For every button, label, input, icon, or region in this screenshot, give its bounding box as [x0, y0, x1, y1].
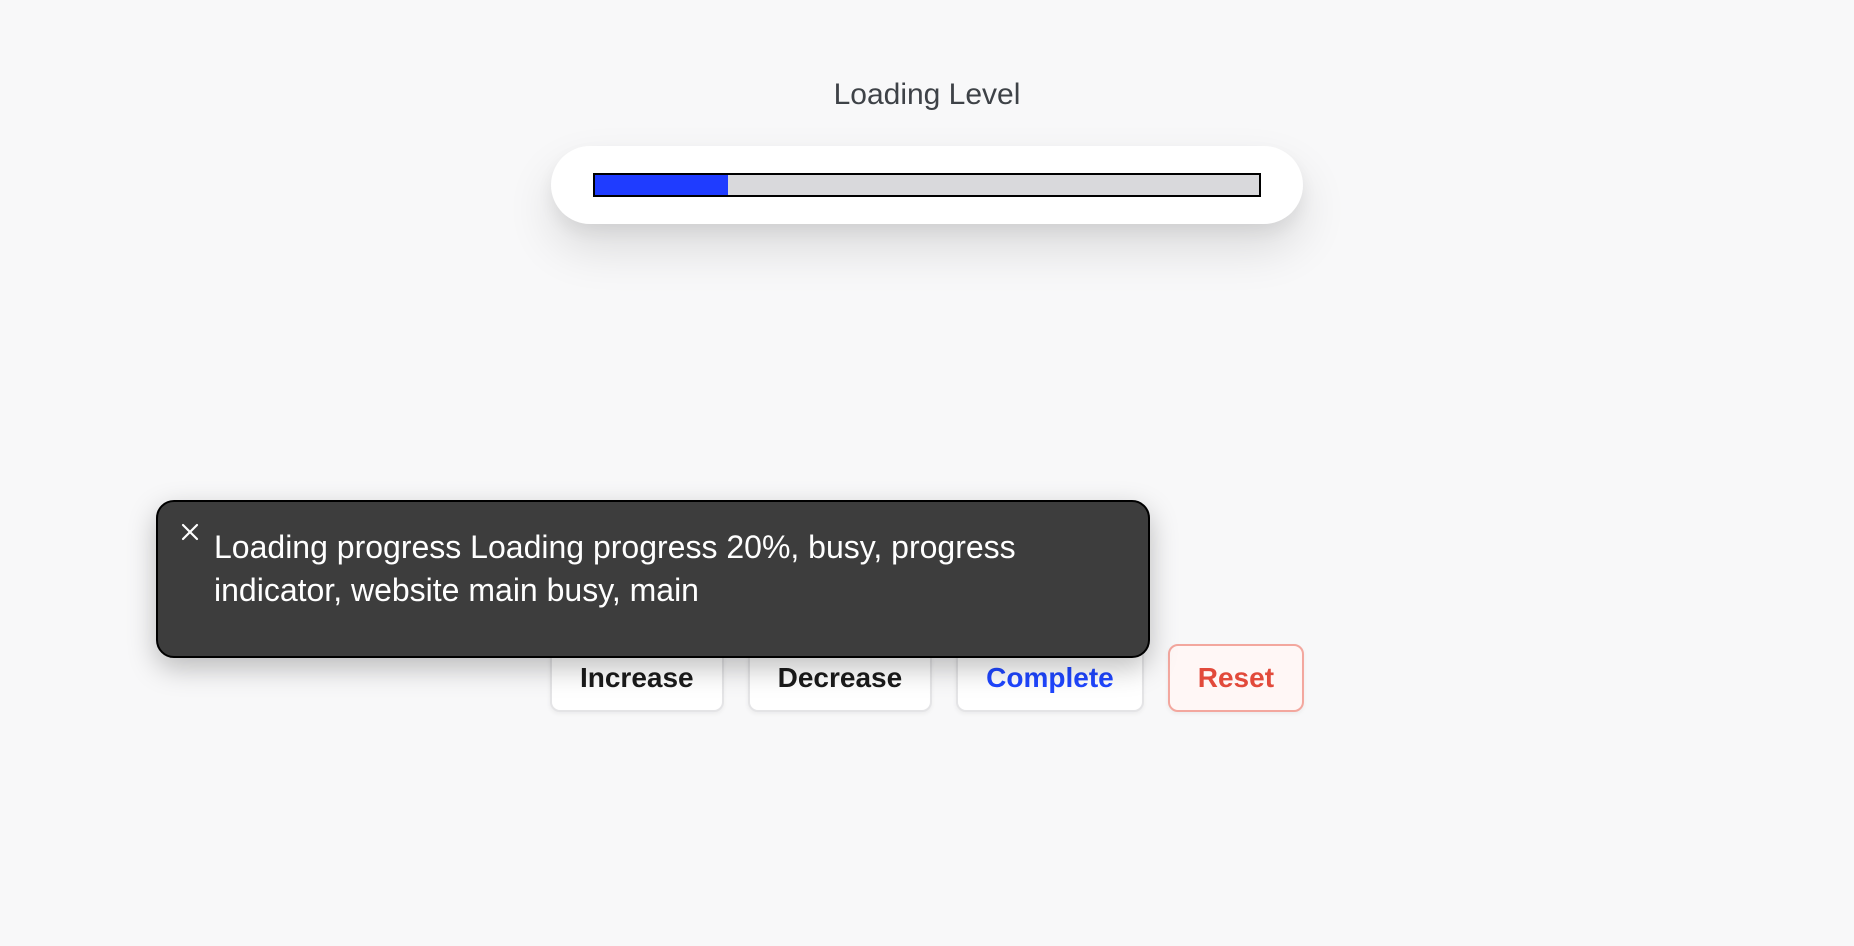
- close-icon[interactable]: [178, 520, 202, 544]
- progress-track: [593, 173, 1261, 197]
- page-heading: Loading Level: [0, 78, 1854, 112]
- reset-button[interactable]: Reset: [1168, 644, 1304, 712]
- accessibility-tooltip: Loading progress Loading progress 20%, b…: [156, 500, 1150, 658]
- tooltip-text: Loading progress Loading progress 20%, b…: [214, 526, 1108, 612]
- progress-card: [551, 146, 1303, 224]
- progress-fill: [595, 175, 728, 195]
